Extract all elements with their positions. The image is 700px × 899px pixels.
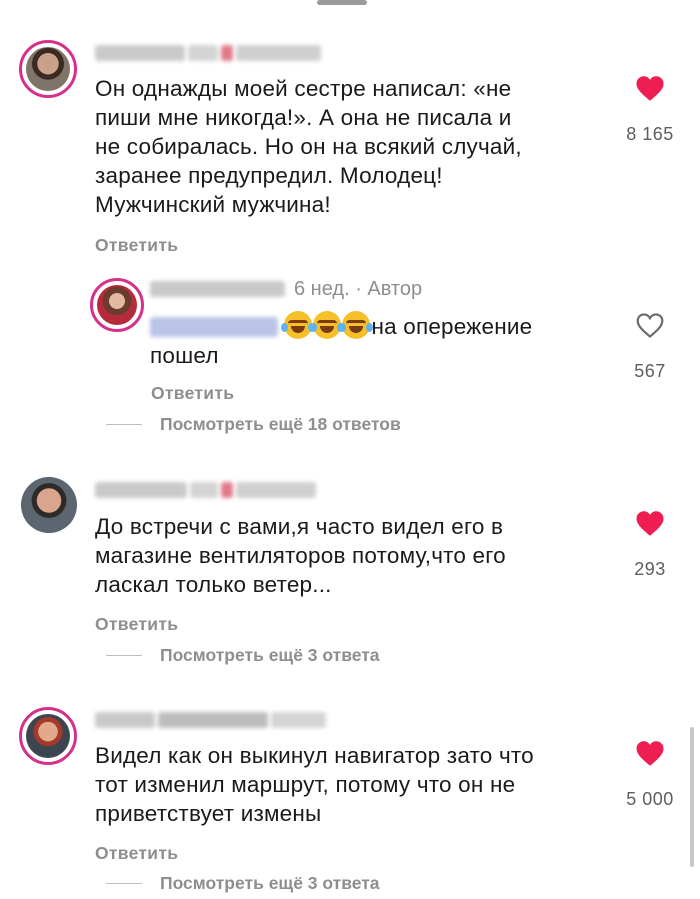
comment-text: на опережение пошел (150, 311, 532, 370)
heart-filled-icon[interactable] (635, 75, 665, 102)
comment-text: Он однажды моей сестре написал: «не пиши… (95, 76, 522, 217)
reply-meta: 6 нед. · Автор (294, 277, 423, 300)
sheet-grabber[interactable] (317, 0, 367, 5)
username-blurred[interactable] (95, 44, 321, 62)
mention-blurred[interactable] (150, 317, 278, 337)
reply-button[interactable]: Ответить (95, 235, 178, 256)
comment-text: До встречи с вами,я часто видел его в ма… (95, 514, 506, 597)
like-count: 5 000 (626, 789, 674, 809)
avatar[interactable] (19, 707, 77, 765)
heart-filled-icon[interactable] (635, 740, 665, 767)
username-blurred[interactable] (95, 481, 316, 499)
like-group: 5 000 (610, 740, 690, 810)
view-more-replies[interactable]: Посмотреть ещё 18 ответов (106, 414, 401, 435)
like-group: 567 (610, 312, 690, 382)
like-group: 8 165 (610, 75, 690, 145)
reply-button[interactable]: Ответить (151, 383, 234, 404)
face-with-tears-of-joy-icon (281, 311, 316, 339)
avatar[interactable] (19, 40, 77, 98)
reply-button[interactable]: Ответить (95, 843, 178, 864)
view-more-replies[interactable]: Посмотреть ещё 3 ответа (106, 645, 380, 666)
username-blurred[interactable]: 6 нед. · Автор (150, 277, 423, 300)
divider-line (106, 883, 142, 884)
like-count: 567 (634, 361, 666, 381)
avatar[interactable] (21, 477, 77, 533)
reply-button[interactable]: Ответить (95, 614, 178, 635)
heart-outline-icon[interactable] (635, 312, 665, 339)
username-blurred[interactable] (95, 711, 326, 729)
avatar[interactable] (90, 278, 144, 332)
view-more-replies[interactable]: Посмотреть ещё 3 ответа (106, 873, 380, 894)
like-count: 8 165 (626, 124, 674, 144)
face-with-tears-of-joy-icon (310, 311, 345, 339)
divider-line (106, 424, 142, 425)
comment-text: Видел как он выкинул навигатор зато что … (95, 743, 534, 826)
heart-filled-icon[interactable] (635, 510, 665, 537)
like-group: 293 (610, 510, 690, 580)
face-with-tears-of-joy-icon (339, 311, 374, 339)
scrollbar[interactable] (690, 727, 694, 867)
divider-line (106, 655, 142, 656)
like-count: 293 (634, 559, 666, 579)
